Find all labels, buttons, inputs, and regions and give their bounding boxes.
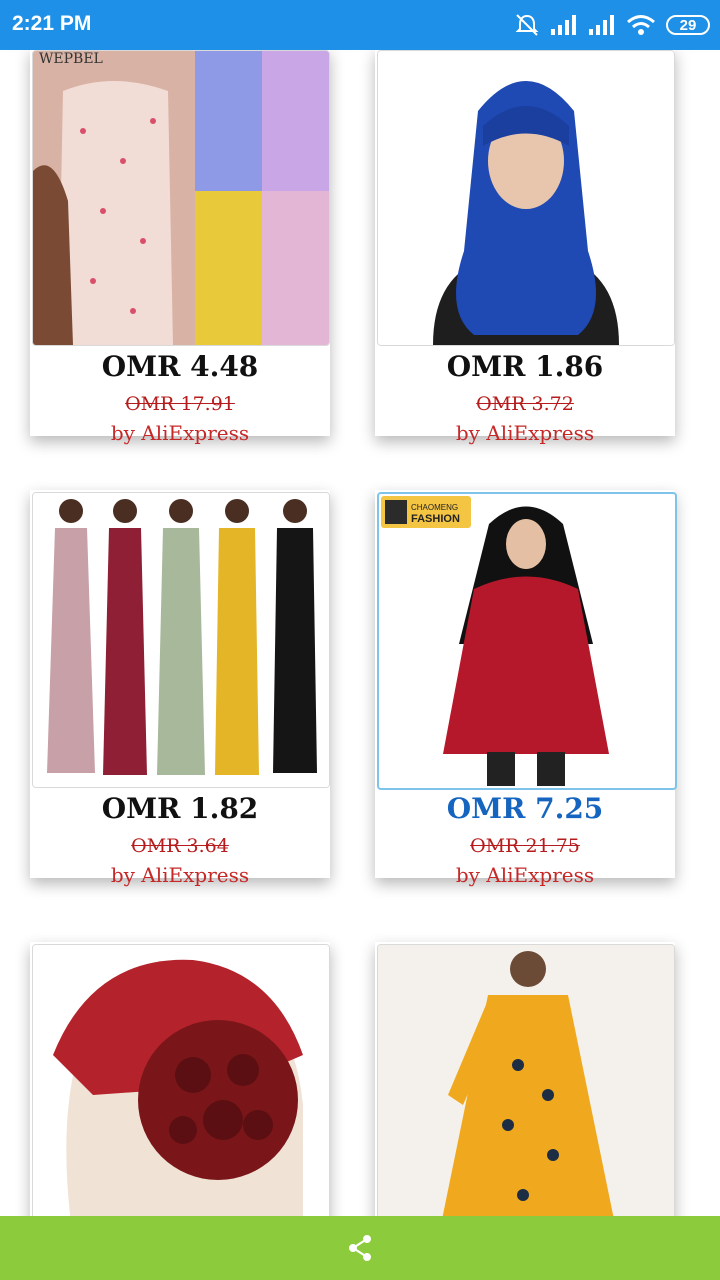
product-seller: by AliExpress [110,863,250,887]
product-card[interactable]: OMR 1.82 OMR 3.64 by AliExpress [30,490,330,887]
product-seller: by AliExpress [455,421,595,445]
brand-logo-line1: CHAOMENG [411,503,458,512]
product-card[interactable]: OMR 1.86 OMR 3.72 by AliExpress [375,50,675,445]
product-grid[interactable]: WEPBEL OMR 4.48 OMR 17.91 by AliExpress … [0,50,720,1216]
product-image[interactable]: CHAOMENG FASHION [377,492,677,790]
product-card[interactable] [375,942,675,1216]
product-seller: by AliExpress [455,863,595,887]
product-image[interactable] [32,492,330,788]
product-old-price: OMR 3.64 [131,835,229,857]
signal-icon [551,15,576,35]
product-card[interactable] [30,942,330,1216]
battery-icon: 29 [666,15,710,35]
product-old-price: OMR 21.75 [470,835,580,857]
product-card-selected[interactable]: CHAOMENG FASHION OMR 7.25 OMR 21.75 by A… [375,490,677,887]
signal-icon-2 [589,15,614,35]
product-card[interactable]: WEPBEL OMR 4.48 OMR 17.91 by AliExpress [30,50,330,445]
product-price: OMR 4.48 [101,350,259,383]
product-image[interactable]: WEPBEL [32,50,330,346]
product-image[interactable] [377,944,675,1216]
wifi-icon [627,15,655,35]
product-image-logo: WEPBEL [39,51,103,67]
share-icon[interactable] [345,1233,375,1263]
brand-logo-line2: FASHION [411,513,460,525]
product-old-price: OMR 3.72 [476,393,574,415]
share-button[interactable] [340,1230,380,1266]
product-seller: by AliExpress [110,421,250,445]
product-image[interactable] [32,944,330,1216]
product-image[interactable] [377,50,675,346]
product-old-price: OMR 17.91 [125,393,235,415]
status-icons: 29 [514,10,710,40]
product-price: OMR 7.25 [446,792,604,825]
mute-alarm-icon [515,14,539,36]
bottom-bar [0,1216,720,1280]
product-price: OMR 1.86 [446,350,604,383]
product-price: OMR 1.82 [101,792,259,825]
status-bar: 2:21 PM 29 [0,0,720,50]
status-time: 2:21 PM [12,12,92,35]
